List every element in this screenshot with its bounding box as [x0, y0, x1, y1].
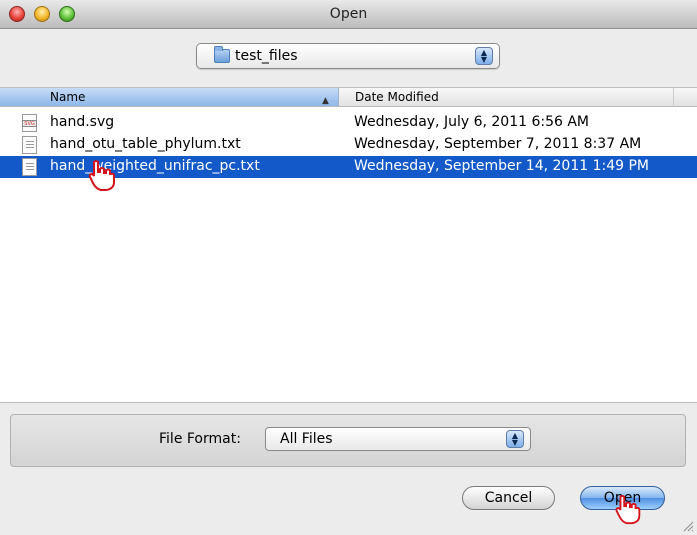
file-name: hand_otu_table_phylum.txt [50, 136, 241, 152]
file-format-select[interactable]: All Files ▲ ▼ [265, 427, 531, 451]
date-modified-column-header[interactable]: Date Modified [339, 88, 674, 107]
file-name: hand_weighted_unifrac_pc.txt [50, 158, 260, 174]
window-title: Open [329, 6, 368, 22]
folder-location-label: test_files [235, 48, 298, 64]
title-bar: Open [0, 0, 697, 29]
text-file-icon [22, 158, 37, 176]
svg-file-icon: SVG [22, 114, 37, 132]
file-name: hand.svg [50, 114, 115, 130]
folder-icon [214, 46, 230, 63]
cancel-button[interactable]: Cancel [462, 486, 555, 510]
name-column-label: Name [50, 90, 86, 104]
file-date-modified: Wednesday, September 14, 2011 1:49 PM [354, 158, 649, 174]
hand-pointer-cursor-icon [88, 160, 115, 191]
file-row-hand-otu-table-phylum[interactable]: hand_otu_table_phylum.txt Wednesday, Sep… [0, 134, 697, 156]
file-format-panel: File Format: All Files ▲ ▼ [10, 414, 686, 467]
column-header-spacer [674, 88, 697, 107]
file-format-label: File Format: [159, 431, 241, 447]
file-date-modified: Wednesday, July 6, 2011 6:56 AM [354, 114, 590, 130]
folder-location-popup[interactable]: test_files ▲ ▼ [196, 43, 500, 69]
file-row-hand-weighted-unifrac-pc[interactable]: hand_weighted_unifrac_pc.txt Wednesday, … [0, 156, 697, 191]
popup-chevron-icon: ▲ ▼ [475, 47, 493, 65]
file-date-modified: Wednesday, September 7, 2011 8:37 AM [354, 136, 642, 152]
resize-grip-icon[interactable] [680, 518, 694, 532]
hand-pointer-cursor-icon [615, 494, 641, 525]
date-modified-column-label: Date Modified [355, 90, 439, 104]
file-browser: Name ▲ Date Modified SVG hand.svg Wednes… [0, 87, 697, 403]
name-column-header[interactable]: Name ▲ [0, 88, 339, 107]
sort-ascending-icon: ▲ [322, 96, 329, 106]
file-format-value: All Files [280, 431, 333, 447]
file-row-hand-svg[interactable]: SVG hand.svg Wednesday, July 6, 2011 6:5… [0, 112, 697, 134]
popup-chevron-icon: ▲ ▼ [506, 430, 524, 448]
text-file-icon [22, 136, 37, 154]
